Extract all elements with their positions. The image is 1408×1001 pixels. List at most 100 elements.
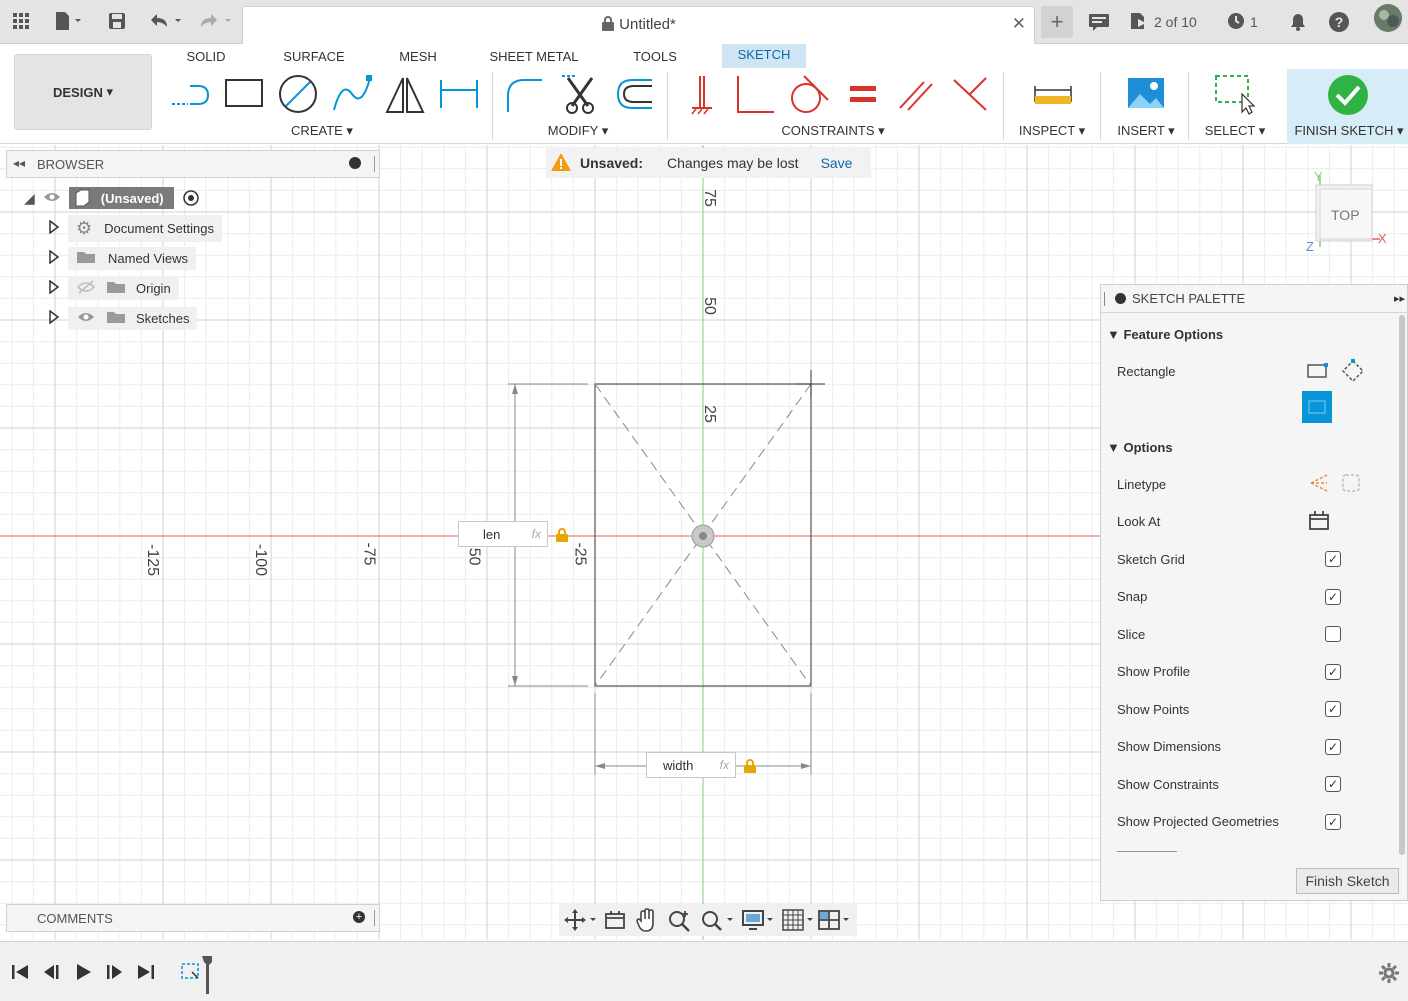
option-checkbox[interactable]: ✓ [1325,813,1341,830]
expand-triangle-icon[interactable] [48,309,60,327]
select-tool-icon[interactable] [1212,72,1256,116]
feature-options-section[interactable]: ▼ Feature Options [1107,322,1223,346]
dimension-tool-icon[interactable] [437,72,481,116]
look-at-icon[interactable] [1307,509,1331,534]
collapse-triangle-icon[interactable]: ◢ [24,190,35,207]
document-tab[interactable]: Untitled* ✕ [242,6,1035,44]
line-tool-icon[interactable] [168,72,212,116]
tab-sheet-metal[interactable]: SHEET METAL [484,46,584,70]
option-checkbox[interactable]: ✓ [1325,738,1341,755]
width-dimension-input[interactable]: width fx [646,752,736,778]
eye-hidden-icon[interactable] [76,279,96,297]
help-icon[interactable]: ? [1328,10,1350,34]
viewports-icon[interactable] [817,908,855,932]
rectangle-tool-icon[interactable] [222,72,266,116]
expand-panel-icon[interactable]: ▸▸ [1394,292,1405,305]
new-tab-button[interactable]: + [1041,6,1073,38]
job-status-button[interactable]: 2 of 10 [1128,10,1197,34]
modify-menu[interactable]: MODIFY ▾ [536,123,620,139]
browser-item-origin[interactable]: Origin [48,276,179,300]
undo-icon[interactable] [146,8,186,34]
browser-item-document-settings[interactable]: ⚙ Document Settings [48,214,222,242]
expand-triangle-icon[interactable] [48,219,60,237]
trim-tool-icon[interactable] [558,72,602,116]
tab-mesh[interactable]: MESH [388,46,448,70]
three-point-rectangle-icon[interactable] [1341,359,1365,383]
history-button[interactable]: 1 [1226,10,1258,34]
tab-tools[interactable]: TOOLS [620,46,690,70]
close-tab-icon[interactable]: ✕ [1012,14,1026,34]
tangent-constraint-icon[interactable] [786,72,830,116]
redo-icon[interactable] [196,8,236,34]
step-forward-icon[interactable] [104,962,124,982]
formula-icon[interactable]: fx [720,758,729,772]
lock-icon[interactable] [742,758,758,774]
length-dimension-input[interactable]: len fx [458,521,548,547]
finish-check-icon[interactable] [1326,73,1370,117]
display-settings-icon[interactable] [741,908,777,932]
add-comment-icon[interactable]: + [353,911,365,923]
workspace-switcher[interactable]: DESIGN ▾ [14,54,152,130]
expand-triangle-icon[interactable] [48,249,60,267]
construction-linetype-icon[interactable] [1307,472,1367,497]
browser-item-sketches[interactable]: Sketches [48,306,198,330]
play-icon[interactable] [74,962,94,982]
spline-tool-icon[interactable] [330,72,374,116]
two-point-rectangle-icon[interactable] [1305,361,1329,381]
apps-grid-icon[interactable] [8,8,34,34]
insert-menu[interactable]: INSERT ▾ [1112,123,1180,139]
timeline-sketch-feature-icon[interactable] [178,952,218,996]
eye-icon[interactable] [43,191,61,206]
fix-constraint-icon[interactable] [680,72,724,116]
tab-surface[interactable]: SURFACE [270,46,358,70]
option-checkbox[interactable]: ✓ [1325,776,1341,792]
tab-sketch[interactable]: SKETCH [722,44,806,68]
browser-root-node[interactable]: ◢ (Unsaved) [24,186,200,210]
parallel-constraint-icon[interactable] [894,72,938,116]
orbit-icon[interactable] [563,908,597,932]
palette-scrollbar[interactable] [1399,315,1405,855]
step-back-icon[interactable] [42,962,62,982]
finish-sketch-palette-button[interactable]: Finish Sketch [1296,868,1399,894]
equal-constraint-icon[interactable] [840,72,884,116]
fillet-tool-icon[interactable] [502,72,546,116]
mirror-tool-icon[interactable] [383,72,427,116]
file-menu-icon[interactable] [50,8,86,34]
midpoint-constraint-icon[interactable] [948,72,992,116]
comments-panel-header[interactable]: COMMENTS + [6,904,380,932]
pan-hand-icon[interactable] [635,907,659,933]
panel-pin-icon[interactable] [1104,292,1105,306]
sketch-palette-header[interactable]: SKETCH PALETTE ▸▸ [1101,285,1407,313]
zoom-icon[interactable] [667,907,693,933]
viewcube-face-label[interactable]: TOP [1331,207,1360,223]
activate-radio-icon[interactable] [182,189,200,207]
measure-tool-icon[interactable] [1031,72,1075,116]
eye-icon[interactable] [76,310,96,327]
lock-icon[interactable] [554,527,570,543]
root-component-chip[interactable]: (Unsaved) [68,187,174,209]
avatar[interactable] [1373,4,1403,32]
minimize-panel-icon[interactable] [1115,293,1126,304]
circle-tool-icon[interactable] [276,72,320,116]
perpendicular-constraint-icon[interactable] [734,72,778,116]
look-at-icon[interactable] [603,908,627,932]
save-icon[interactable] [104,8,130,34]
minimize-panel-icon[interactable] [349,157,361,169]
finish-sketch-menu[interactable]: FINISH SKETCH ▾ [1290,123,1408,139]
bell-icon[interactable] [1288,10,1308,34]
panel-pin-icon[interactable] [374,156,375,172]
inspect-menu[interactable]: INSPECT ▾ [1014,123,1090,139]
browser-item-named-views[interactable]: Named Views [48,246,196,270]
notifications-chat-icon[interactable] [1087,10,1111,34]
insert-image-icon[interactable] [1124,72,1168,116]
tab-solid[interactable]: SOLID [170,46,242,70]
save-link[interactable]: Save [821,155,853,171]
zoom-window-icon[interactable] [699,907,735,933]
option-checkbox[interactable]: ✓ [1325,551,1341,567]
create-menu[interactable]: CREATE ▾ [280,123,364,139]
option-checkbox[interactable]: ✓ [1325,663,1341,680]
collapse-panel-icon[interactable]: ◂◂ [13,156,25,170]
go-to-end-icon[interactable] [136,962,156,982]
center-rectangle-icon[interactable] [1302,391,1332,423]
option-checkbox[interactable]: ✓ [1325,701,1341,717]
